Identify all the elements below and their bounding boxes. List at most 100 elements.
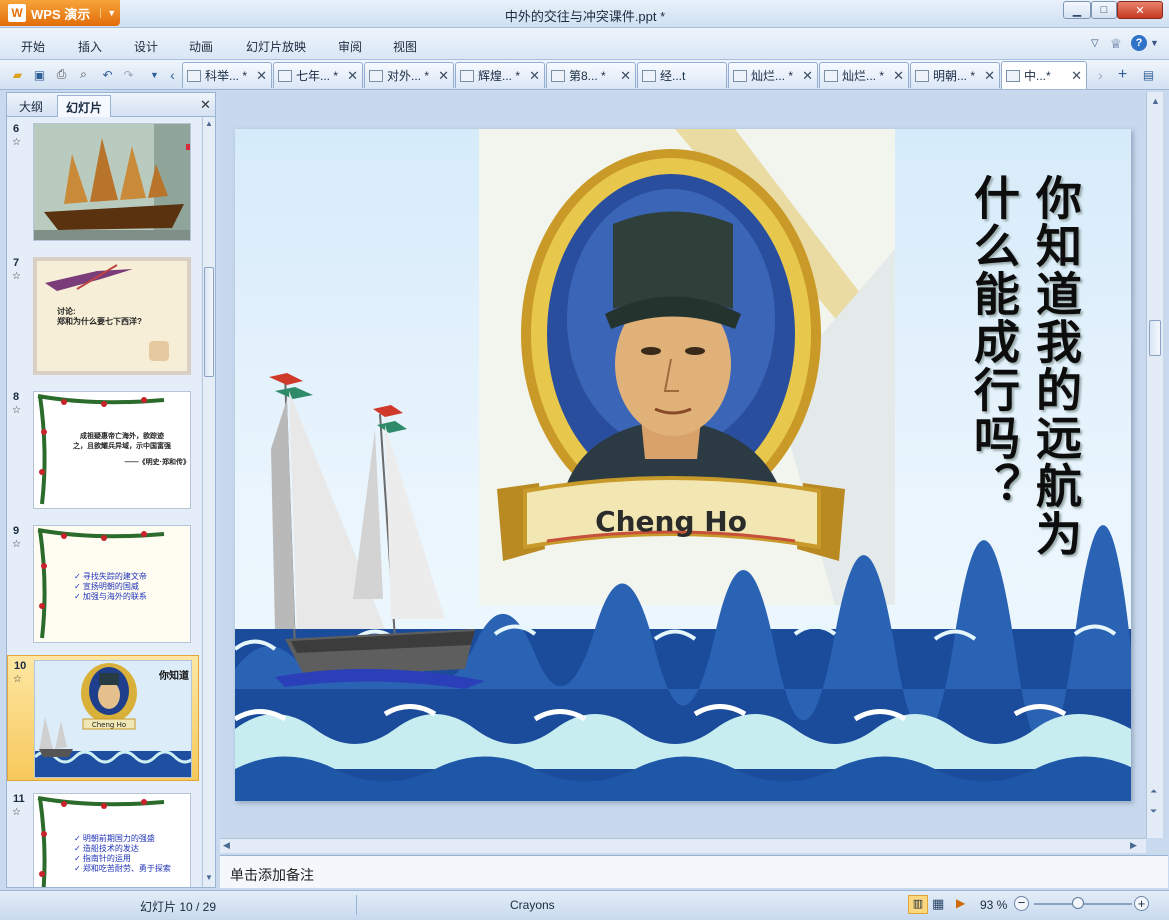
slide-thumbnail-6[interactable]: 6 ☆ (7, 119, 199, 245)
slide-preview: Cheng Ho 你知道 (34, 660, 192, 778)
scrollbar-thumb[interactable] (1149, 320, 1161, 356)
scroll-left-icon[interactable]: ◀ (223, 840, 230, 851)
thumb-line: 讨论: (57, 307, 76, 316)
doc-tab-8[interactable]: 灿烂... * ✕ (819, 62, 909, 88)
minimize-button[interactable]: ▁ (1063, 1, 1091, 19)
customize-toolbar-icon[interactable]: ▼ (146, 66, 163, 83)
doc-tab-active[interactable]: 中... * ✕ (1001, 61, 1087, 89)
scroll-up-icon[interactable]: ▲ (1151, 96, 1160, 106)
next-slide-icon[interactable]: ⏷ (1150, 806, 1157, 817)
menu-design[interactable]: 设计 (134, 38, 158, 55)
help-icon[interactable]: ? (1131, 35, 1147, 51)
slide-thumbnail-11[interactable]: 11 ☆ ✓ 明朝前期国力的强盛 ✓ 造船技术的发达 ✓ 指南针的运用 ✓ 郑和… (7, 789, 199, 887)
thumb-line: ——《明史·郑和传》 (124, 459, 190, 466)
current-slide[interactable]: Cheng Ho 你知道我的远航为 什么能成行吗？ (235, 129, 1131, 801)
hat (613, 211, 733, 309)
brush-decoration (45, 264, 133, 291)
close-tab-icon[interactable]: ✕ (525, 68, 540, 84)
close-tab-icon[interactable]: ✕ (980, 68, 995, 84)
redo-icon[interactable]: ↷ (120, 66, 137, 83)
print-icon[interactable]: ⎙ (53, 66, 70, 83)
save-icon[interactable]: ▣ (31, 66, 48, 83)
tab-scroll-right-icon[interactable]: › (1092, 66, 1109, 83)
close-panel-icon[interactable]: ✕ (200, 97, 211, 113)
menu-slideshow[interactable]: 幻灯片放映 (246, 38, 306, 55)
animation-star-icon: ☆ (12, 405, 21, 416)
tab-outline[interactable]: 大纲 (11, 95, 51, 117)
collapse-ribbon-icon[interactable]: ▽ (1091, 38, 1099, 49)
tab-scroll-left-icon[interactable]: ‹ (164, 66, 181, 83)
slideshow-icon[interactable]: ▶ (956, 896, 965, 910)
close-tab-icon[interactable]: ✕ (252, 68, 267, 84)
doc-tab-3[interactable]: 对外... * ✕ (364, 62, 454, 88)
slide-indicator: 幻灯片 10 / 29 (140, 900, 217, 914)
app-name: WPS 演示 (31, 6, 91, 22)
zoom-level: 93 % (980, 898, 1008, 912)
notes-pane[interactable]: 单击添加备注 (220, 855, 1168, 888)
slide-sorter-icon[interactable]: ▦ (932, 896, 944, 912)
title-bar: W WPS 演示 ▼ 中外的交往与冲突课件.ppt * ▁ □ ✕ (0, 0, 1169, 28)
thumb-line: 成祖疑惠帝亡海外，欲踪迹 (80, 433, 164, 440)
menu-home[interactable]: 开始 (21, 38, 45, 55)
slide-thumbnail-7[interactable]: 7 ☆ 讨论: 郑和为什么要七下西洋? (7, 253, 199, 379)
doc-tab-1[interactable]: 科举... * ✕ (182, 62, 272, 88)
scroll-right-icon[interactable]: ▶ (1130, 840, 1137, 851)
slide-thumbnail-9[interactable]: 9 ☆ ✓ 寻找失踪的建文帝 ✓ 宣扬明朝的国威 ✓ 加强与海外的联系 (7, 521, 199, 647)
scroll-down-icon[interactable]: ▼ (205, 873, 213, 882)
close-tab-icon[interactable]: ✕ (616, 68, 631, 84)
undo-icon[interactable]: ↶ (99, 66, 116, 83)
thumbnail-scrollbar[interactable]: ▲ ▼ (202, 117, 215, 887)
scroll-up-icon[interactable]: ▲ (205, 119, 213, 128)
menu-animation[interactable]: 动画 (189, 38, 213, 55)
doc-tab-4[interactable]: 辉煌... * ✕ (455, 62, 545, 88)
maximize-button[interactable]: □ (1091, 1, 1117, 19)
print-preview-icon[interactable]: ⌕ (75, 66, 92, 83)
thumb-line: ✓ 指南针的运用 (74, 854, 131, 863)
close-tab-icon[interactable]: ✕ (1067, 68, 1082, 84)
previous-slide-icon[interactable]: ⏶ (1150, 786, 1157, 797)
help-dropdown-icon[interactable]: ▼ (1150, 38, 1159, 48)
skin-icon[interactable]: ♕ (1110, 36, 1122, 52)
junk-ship-image (34, 124, 190, 240)
scrollbar-thumb[interactable] (204, 267, 214, 377)
zoom-slider-handle[interactable] (1072, 897, 1084, 909)
slide-thumbnail-10[interactable]: 10 ☆ Cheng Ho 你知道 (7, 655, 199, 781)
theme-name: Crayons (510, 898, 555, 912)
slide-thumbnail-8[interactable]: 8 ☆ 成祖疑惠帝亡海外，欲踪迹 之，且欲耀兵异域，示中国富强 ——《明史·郑和… (7, 387, 199, 513)
menu-review[interactable]: 审阅 (338, 38, 362, 55)
zoom-out-icon[interactable]: − (1014, 896, 1029, 911)
doc-tab-2[interactable]: 七年... * ✕ (273, 62, 363, 88)
ppt-file-icon (369, 69, 383, 82)
zoom-in-icon[interactable]: + (1134, 896, 1149, 911)
normal-view-icon[interactable]: ▥ (908, 895, 928, 914)
portrait-caption: Cheng Ho (595, 505, 747, 538)
wps-app-menu-button[interactable]: W WPS 演示 ▼ (0, 0, 120, 26)
svg-text:你知道: 你知道 (158, 669, 189, 682)
slide-preview: ✓ 明朝前期国力的强盛 ✓ 造船技术的发达 ✓ 指南针的运用 ✓ 郑和吃苦耐劳、… (33, 793, 191, 887)
close-tab-icon[interactable]: ✕ (798, 68, 813, 84)
doc-tab-7[interactable]: 灿烂... * ✕ (728, 62, 818, 88)
doc-tab-6[interactable]: 经...t (637, 62, 727, 88)
editor-horizontal-scrollbar[interactable]: ◀ ▶ (220, 838, 1146, 853)
close-tab-icon[interactable]: ✕ (343, 68, 358, 84)
animation-star-icon: ☆ (12, 807, 21, 818)
doc-tab-5[interactable]: 第8... * ✕ (546, 62, 636, 88)
slide-preview: ✓ 寻找失踪的建文帝 ✓ 宣扬明朝的国威 ✓ 加强与海外的联系 (33, 525, 191, 643)
menu-insert[interactable]: 插入 (78, 38, 102, 55)
animation-star-icon: ☆ (12, 137, 21, 148)
editor-vertical-scrollbar[interactable]: ▲ ⏶ ⏷ (1146, 92, 1163, 838)
tab-slides[interactable]: 幻灯片 (57, 95, 112, 117)
doc-tab-9[interactable]: 明朝... * ✕ (910, 62, 1000, 88)
close-tab-icon[interactable]: ✕ (434, 68, 449, 84)
ppt-file-icon (278, 69, 292, 82)
question-line-1: 你知道我的远航为 (1029, 174, 1083, 558)
ppt-file-icon (915, 69, 929, 82)
slide-question-text[interactable]: 你知道我的远航为 什么能成行吗？ (935, 174, 1085, 644)
close-button[interactable]: ✕ (1117, 1, 1163, 19)
thumb-line: ✓ 宣扬明朝的国威 (74, 582, 139, 591)
close-tab-icon[interactable]: ✕ (889, 68, 904, 84)
new-tab-icon[interactable]: + (1114, 66, 1131, 83)
tab-list-icon[interactable]: ▤ (1140, 66, 1157, 83)
menu-view[interactable]: 视图 (393, 38, 417, 55)
open-folder-icon[interactable]: ▰ (9, 66, 26, 83)
